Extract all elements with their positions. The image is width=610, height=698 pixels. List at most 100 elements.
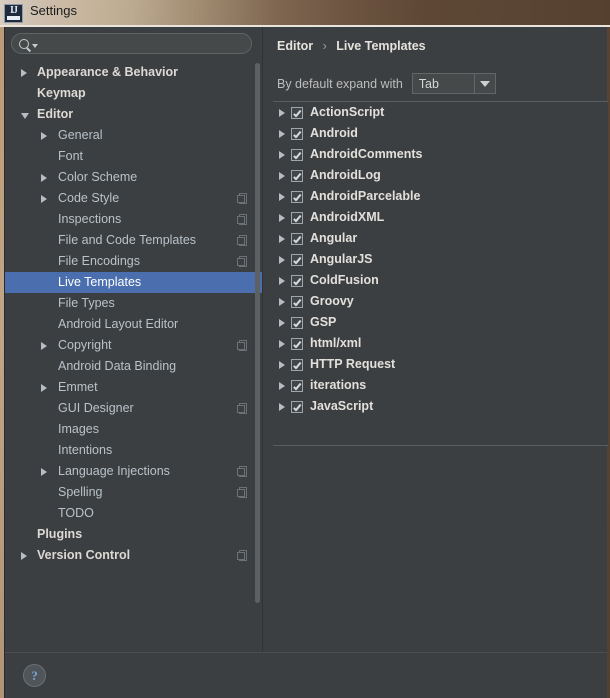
list-item[interactable]: AndroidLog <box>273 165 608 186</box>
settings-scope-icon[interactable] <box>237 466 248 477</box>
sidebar-item-gui-designer[interactable]: GUI Designer <box>5 398 262 419</box>
checkbox-checked[interactable] <box>291 232 303 245</box>
sidebar-item-file-types[interactable]: File Types <box>5 293 262 314</box>
list-item[interactable]: GSP <box>273 312 608 333</box>
chevron-right-icon[interactable] <box>279 381 285 390</box>
list-item[interactable]: Angular <box>273 228 608 249</box>
sidebar-item-file-and-code-templates[interactable]: File and Code Templates <box>5 230 262 251</box>
chevron-right-icon[interactable] <box>21 552 27 560</box>
settings-scope-icon[interactable] <box>237 214 248 225</box>
chevron-right-icon[interactable] <box>279 171 285 180</box>
search-input[interactable] <box>38 36 251 51</box>
sidebar-item-appearance-behavior[interactable]: Appearance & Behavior <box>5 62 262 83</box>
help-circle-icon[interactable]: ? <box>23 664 46 687</box>
chevron-right-icon[interactable] <box>41 384 47 392</box>
settings-scope-icon[interactable] <box>237 487 248 498</box>
chevron-right-icon[interactable] <box>41 342 47 350</box>
sidebar-item-language-injections[interactable]: Language Injections <box>5 461 262 482</box>
list-item[interactable]: Groovy <box>273 291 608 312</box>
breadcrumb-parent[interactable]: Editor <box>277 39 313 53</box>
list-item[interactable]: HTTP Request <box>273 354 608 375</box>
sidebar-item-intentions[interactable]: Intentions <box>5 440 262 461</box>
checkbox-checked[interactable] <box>291 358 303 371</box>
checkbox-checked[interactable] <box>291 253 303 266</box>
settings-scope-icon[interactable] <box>237 340 248 351</box>
sidebar-item-todo[interactable]: TODO <box>5 503 262 524</box>
chevron-right-icon[interactable] <box>279 108 285 117</box>
chevron-right-icon[interactable] <box>279 402 285 411</box>
sidebar-item-images[interactable]: Images <box>5 419 262 440</box>
chevron-right-icon[interactable] <box>279 276 285 285</box>
list-item[interactable]: AndroidParcelable <box>273 186 608 207</box>
settings-scope-icon[interactable] <box>237 193 248 204</box>
list-item[interactable]: html/xml <box>273 333 608 354</box>
settings-scope-icon[interactable] <box>237 403 248 414</box>
sidebar-item-label: Editor <box>37 107 74 121</box>
expand-with-select[interactable]: Tab <box>411 73 496 94</box>
checkbox-checked[interactable] <box>291 337 303 350</box>
sidebar-item-editor[interactable]: Editor <box>5 104 262 125</box>
chevron-right-icon[interactable] <box>279 150 285 159</box>
sidebar-item-live-templates[interactable]: Live Templates <box>5 272 262 293</box>
search-field[interactable] <box>11 33 252 54</box>
chevron-right-icon[interactable] <box>41 132 47 140</box>
list-item[interactable]: AndroidXML <box>273 207 608 228</box>
list-item[interactable]: AndroidComments <box>273 144 608 165</box>
list-item[interactable]: JavaScript <box>273 396 608 417</box>
sidebar-item-spelling[interactable]: Spelling <box>5 482 262 503</box>
settings-scope-icon[interactable] <box>237 550 248 561</box>
sidebar-item-copyright[interactable]: Copyright <box>5 335 262 356</box>
checkbox-checked[interactable] <box>291 274 303 287</box>
sidebar-item-color-scheme[interactable]: Color Scheme <box>5 167 262 188</box>
sidebar-item-android-data-binding[interactable]: Android Data Binding <box>5 356 262 377</box>
chevron-right-icon[interactable] <box>279 129 285 138</box>
sidebar-item-file-encodings[interactable]: File Encodings <box>5 251 262 272</box>
chevron-down-icon[interactable] <box>21 113 29 119</box>
sidebar-item-font[interactable]: Font <box>5 146 262 167</box>
checkbox-checked[interactable] <box>291 190 303 203</box>
sidebar-scrollbar-thumb[interactable] <box>255 63 260 603</box>
chevron-right-icon[interactable] <box>279 318 285 327</box>
list-item[interactable]: ActionScript <box>273 102 608 123</box>
breadcrumb-current: Live Templates <box>336 39 426 53</box>
chevron-right-icon[interactable] <box>21 69 27 77</box>
checkbox-checked[interactable] <box>291 379 303 392</box>
intellij-idea-icon: IJ <box>4 4 23 23</box>
chevron-right-icon[interactable] <box>41 174 47 182</box>
sidebar-item-android-layout-editor[interactable]: Android Layout Editor <box>5 314 262 335</box>
chevron-right-icon[interactable] <box>41 468 47 476</box>
sidebar-item-code-style[interactable]: Code Style <box>5 188 262 209</box>
list-item[interactable]: ColdFusion <box>273 270 608 291</box>
settings-scope-icon[interactable] <box>237 256 248 267</box>
checkbox-checked[interactable] <box>291 400 303 413</box>
chevron-right-icon[interactable] <box>279 297 285 306</box>
checkbox-checked[interactable] <box>291 169 303 182</box>
sidebar-item-version-control[interactable]: Version Control <box>5 545 262 566</box>
checkbox-checked[interactable] <box>291 127 303 140</box>
chevron-right-icon[interactable] <box>279 192 285 201</box>
settings-scope-icon[interactable] <box>237 235 248 246</box>
checkbox-checked[interactable] <box>291 148 303 161</box>
list-item[interactable]: iterations <box>273 375 608 396</box>
sidebar-item-keymap[interactable]: Keymap <box>5 83 262 104</box>
chevron-right-icon[interactable] <box>279 360 285 369</box>
checkbox-checked[interactable] <box>291 295 303 308</box>
chevron-right-icon[interactable] <box>279 234 285 243</box>
sidebar-item-emmet[interactable]: Emmet <box>5 377 262 398</box>
checkbox-checked[interactable] <box>291 211 303 224</box>
checkbox-checked[interactable] <box>291 316 303 329</box>
chevron-right-icon[interactable] <box>279 255 285 264</box>
template-groups-list[interactable]: ActionScript Android AndroidComments Androi… <box>273 101 608 446</box>
sidebar-item-label: Live Templates <box>58 275 142 289</box>
sidebar-item-inspections[interactable]: Inspections <box>5 209 262 230</box>
chevron-right-icon[interactable] <box>279 339 285 348</box>
list-item[interactable]: AngularJS <box>273 249 608 270</box>
chevron-right-icon[interactable] <box>41 195 47 203</box>
sidebar-item-general[interactable]: General <box>5 125 262 146</box>
sidebar-item-plugins[interactable]: Plugins <box>5 524 262 545</box>
checkbox-checked[interactable] <box>291 106 303 119</box>
sidebar-item-label: Code Style <box>58 191 120 205</box>
chevron-right-icon[interactable] <box>279 213 285 222</box>
list-item[interactable]: Android <box>273 123 608 144</box>
chevron-down-icon[interactable] <box>473 74 495 93</box>
